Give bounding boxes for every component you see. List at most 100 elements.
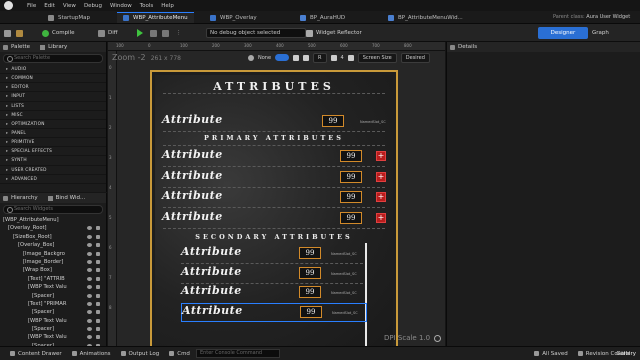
primary-attribute-row[interactable]: Attribute 99 +	[162, 148, 388, 165]
play-button[interactable]	[137, 27, 143, 39]
r-toggle[interactable]: R	[313, 52, 327, 63]
tree-item[interactable]: [WBP Text Valu	[0, 283, 106, 291]
visibility-eye-icon[interactable]	[87, 301, 92, 306]
lock-icon[interactable]	[96, 310, 100, 315]
lock-icon[interactable]	[96, 318, 100, 323]
lock-icon[interactable]	[96, 268, 100, 273]
lock-icon[interactable]	[96, 243, 100, 248]
tab-hierarchy[interactable]: Hierarchy	[11, 195, 38, 201]
menu-debug[interactable]: Debug	[84, 3, 102, 9]
tree-item[interactable]: [Text] "PRIMAR	[0, 300, 106, 308]
tab-wbp-attributemenu[interactable]: WBP_AttributeMenu	[117, 12, 194, 23]
graph-mode-button[interactable]: Graph	[592, 27, 609, 39]
palette-category-lists[interactable]: LISTS	[0, 102, 106, 111]
visibility-eye-icon[interactable]	[87, 335, 92, 340]
tab-startupmap[interactable]: StartupMap	[42, 12, 96, 23]
tree-item[interactable]: [WBP Text Valu	[0, 333, 106, 341]
tree-item[interactable]: [WBP Text Valu	[0, 317, 106, 325]
lock-icon[interactable]	[96, 226, 100, 231]
tab-library[interactable]: Library	[48, 44, 67, 50]
screen-size-dropdown[interactable]: Screen Size	[357, 52, 397, 63]
grid-icon[interactable]	[303, 54, 310, 61]
tab-details[interactable]: Details	[458, 44, 477, 50]
fill-screen-toggle[interactable]	[275, 54, 290, 61]
menu-window[interactable]: Window	[110, 3, 132, 9]
tab-bp-aurahud[interactable]: BP_AuraHUD	[294, 12, 351, 23]
lock-icon[interactable]	[96, 301, 100, 306]
palette-category-user-created[interactable]: USER CREATED	[0, 166, 106, 175]
all-saved-indicator[interactable]: All Saved	[534, 351, 568, 357]
tab-bp-attributemenuwidget[interactable]: BP_AttributeMenuWid...	[382, 12, 469, 23]
add-point-button[interactable]: +	[376, 172, 386, 182]
visibility-eye-icon[interactable]	[87, 234, 92, 239]
add-point-button[interactable]: +	[376, 151, 386, 161]
secondary-attributes-scrollbox[interactable]: Attribute 99 NamedSlot_SC Attribute 99 N…	[181, 243, 367, 346]
tree-item[interactable]: [Image_Border]	[0, 258, 106, 266]
animations-button[interactable]: Animations	[71, 351, 111, 357]
lock-icon[interactable]	[96, 327, 100, 332]
lock-icon[interactable]	[96, 285, 100, 290]
secondary-attribute-row[interactable]: Attribute 99 NamedSlot_SC	[181, 245, 367, 262]
tree-item[interactable]: [WBP_AttributeMenu]	[0, 216, 106, 224]
tree-item[interactable]: [Overlay_Root]	[0, 224, 106, 232]
palette-category-panel[interactable]: PANEL	[0, 129, 106, 139]
output-log-button[interactable]: Output Log	[120, 351, 159, 357]
attribute-menu-widget[interactable]: ATTRIBUTES Attribute 99 NamedSlot_SC PRI…	[155, 75, 393, 346]
tree-item[interactable]: [Text] "ATTRIB	[0, 275, 106, 283]
secondary-attribute-row-selected[interactable]: Attribute 99 NamedSlot_SC	[181, 303, 367, 322]
lock-icon[interactable]	[96, 276, 100, 281]
tree-item[interactable]: [Spacer]	[0, 292, 106, 300]
tab-palette[interactable]: Palette	[11, 44, 30, 50]
content-drawer-button[interactable]: Content Drawer	[10, 351, 62, 357]
palette-category-editor[interactable]: EDITOR	[0, 83, 106, 93]
palette-category-input[interactable]: INPUT	[0, 92, 106, 102]
tab-wbp-overlay[interactable]: WBP_Overlay	[204, 12, 263, 23]
palette-category-common[interactable]: COMMON	[0, 74, 106, 84]
tree-item[interactable]: [Wrap Box]	[0, 266, 106, 274]
save-icon[interactable]	[4, 27, 11, 39]
attribute-row[interactable]: Attribute 99 NamedSlot_SC	[162, 113, 388, 130]
parent-class-value[interactable]: Aura User Widget	[586, 14, 630, 20]
snap-icon[interactable]	[330, 54, 337, 61]
secondary-attribute-row[interactable]: Attribute 99 NamedSlot_SC	[181, 265, 367, 282]
menu-tools[interactable]: Tools	[140, 3, 154, 9]
palette-search-input[interactable]: Search Palette	[3, 54, 103, 63]
menu-help[interactable]: Help	[161, 3, 174, 9]
respect-locks-icon[interactable]	[347, 54, 354, 61]
primary-attribute-row[interactable]: Attribute 99 +	[162, 169, 388, 186]
lock-icon[interactable]	[293, 54, 300, 61]
designer-canvas[interactable]: 100 0 100 200 300 400 500 600 700 800 012345678 Z…	[108, 42, 445, 346]
step-icon[interactable]	[150, 27, 157, 39]
lock-icon[interactable]	[96, 234, 100, 239]
visibility-eye-icon[interactable]	[87, 226, 92, 231]
lock-icon[interactable]	[96, 293, 100, 298]
visibility-eye-icon[interactable]	[87, 285, 92, 290]
cmd-dropdown[interactable]: Cmd	[169, 351, 190, 357]
visibility-eye-icon[interactable]	[87, 268, 92, 273]
browse-icon[interactable]	[16, 27, 23, 39]
palette-category-audio[interactable]: AUDIO	[0, 65, 106, 75]
visibility-eye-icon[interactable]	[87, 243, 92, 248]
visibility-eye-icon[interactable]	[87, 259, 92, 264]
desired-size-dropdown[interactable]: Desired	[400, 52, 430, 63]
compile-button[interactable]: Compile	[42, 27, 75, 39]
menu-view[interactable]: View	[63, 3, 76, 9]
preview-icon[interactable]	[248, 54, 254, 61]
add-point-button[interactable]: +	[376, 213, 386, 223]
unreal-logo-icon[interactable]	[4, 1, 13, 10]
visibility-eye-icon[interactable]	[87, 310, 92, 315]
lock-icon[interactable]	[96, 335, 100, 340]
palette-category-optimization[interactable]: OPTIMIZATION	[0, 120, 106, 129]
tree-item[interactable]: [Image_Backgro	[0, 250, 106, 258]
palette-category-advanced[interactable]: ADVANCED	[0, 175, 106, 184]
visibility-eye-icon[interactable]	[87, 251, 92, 256]
tree-item[interactable]: [Spacer]	[0, 308, 106, 316]
primary-attribute-row[interactable]: Attribute 99 +	[162, 210, 388, 227]
visibility-eye-icon[interactable]	[87, 293, 92, 298]
tree-item[interactable]: [Overlay_Box]	[0, 241, 106, 249]
secondary-attribute-row[interactable]: Attribute 99 NamedSlot_SC	[181, 284, 367, 301]
hierarchy-search-input[interactable]: Search Widgets	[3, 205, 103, 214]
options-icon[interactable]: ⋮	[176, 27, 182, 39]
palette-category-synth[interactable]: SYNTH	[0, 156, 106, 166]
debug-object-dropdown[interactable]: No debug object selected	[206, 28, 306, 38]
